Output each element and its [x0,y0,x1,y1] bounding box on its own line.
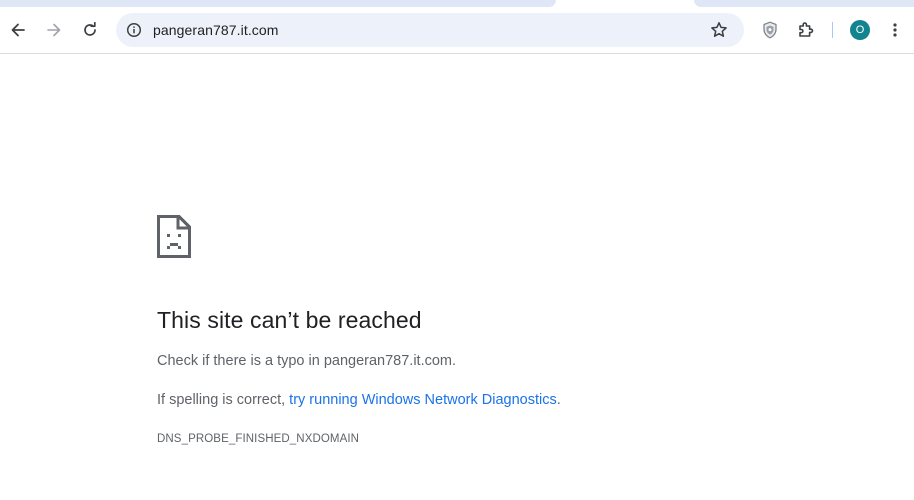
error-title: This site can’t be reached [157,307,422,333]
error-diagnostics-hint: If spelling is correct, try running Wind… [157,392,561,408]
diagnostics-prefix: If spelling is correct, [157,392,290,408]
network-diagnostics-link[interactable]: try running Windows Network Diagnostics [289,392,557,408]
toolbar-divider [832,22,833,38]
reload-icon [84,22,96,36]
extensions-button[interactable] [791,15,821,45]
inactive-tab[interactable] [694,0,914,7]
reload-button[interactable] [75,15,105,45]
info-icon [126,22,142,38]
back-button[interactable] [3,15,33,45]
star-icon [711,22,727,37]
url-text[interactable]: pangeran787.it.com [153,13,279,47]
toolbar: pangeran787.it.com O [0,7,914,54]
forward-button[interactable] [39,15,69,45]
shield-icon [763,21,777,39]
tab-strip [0,0,914,7]
diagnostics-suffix: . [556,392,561,408]
arrow-left-icon [11,23,25,37]
error-code: DNS_PROBE_FINISHED_NXDOMAIN [157,433,360,445]
browser-window: pangeran787.it.com O This site can’t be … [0,0,914,500]
error-typo-hint: Check if there is a typo in pangeran787.… [157,353,457,369]
error-page: This site can’t be reached Check if ther… [0,54,914,500]
profile-avatar[interactable]: O [850,20,870,40]
sad-page-icon [157,215,191,258]
address-bar[interactable]: pangeran787.it.com [116,13,744,47]
active-tab[interactable] [0,0,556,7]
arrow-right-icon [47,23,61,37]
site-info-button[interactable] [120,16,148,44]
more-vertical-icon [893,23,897,37]
shield-extension-button[interactable] [755,15,785,45]
menu-button[interactable] [880,15,910,45]
bookmark-button[interactable] [705,16,733,44]
puzzle-icon [799,22,814,37]
